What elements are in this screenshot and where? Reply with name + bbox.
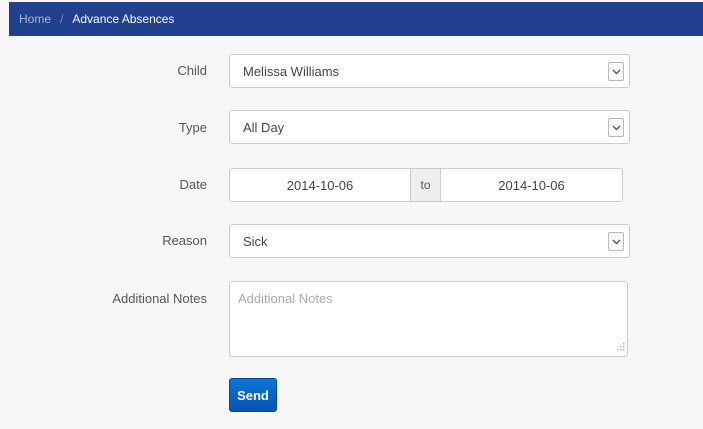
additional-notes-textarea[interactable]: Additional Notes [229, 281, 628, 357]
advance-absences-page: Home / Advance Absences Child Melissa Wi… [0, 0, 703, 429]
chevron-down-icon[interactable] [608, 62, 624, 81]
type-label: Type [178, 120, 207, 135]
date-range-separator: to [410, 168, 441, 202]
date-to-input[interactable]: 2014-10-06 [440, 168, 623, 202]
reason-label: Reason [162, 233, 207, 248]
date-from-input[interactable]: 2014-10-06 [229, 168, 411, 202]
child-label: Child [177, 63, 207, 78]
breadcrumb: Home / Advance Absences [9, 2, 703, 36]
child-select[interactable]: Melissa Williams [229, 54, 630, 88]
breadcrumb-separator: / [60, 12, 64, 26]
date-from-value: 2014-10-06 [286, 178, 354, 193]
breadcrumb-current: Advance Absences [72, 12, 175, 26]
resize-grip-icon[interactable] [615, 339, 625, 354]
breadcrumb-home-link[interactable]: Home [19, 12, 51, 26]
chevron-down-icon[interactable] [608, 118, 624, 137]
date-label: Date [179, 177, 207, 192]
notes-label: Additional Notes [112, 291, 207, 306]
date-to-value: 2014-10-06 [498, 178, 565, 193]
send-button[interactable]: Send [229, 378, 277, 412]
chevron-down-icon[interactable] [608, 232, 624, 251]
child-select-value: Melissa Williams [243, 64, 340, 79]
reason-select-value: Sick [243, 234, 268, 249]
reason-select[interactable]: Sick [229, 224, 630, 258]
type-select[interactable]: All Day [229, 110, 630, 144]
notes-placeholder: Additional Notes [238, 291, 333, 306]
type-select-value: All Day [243, 120, 285, 135]
